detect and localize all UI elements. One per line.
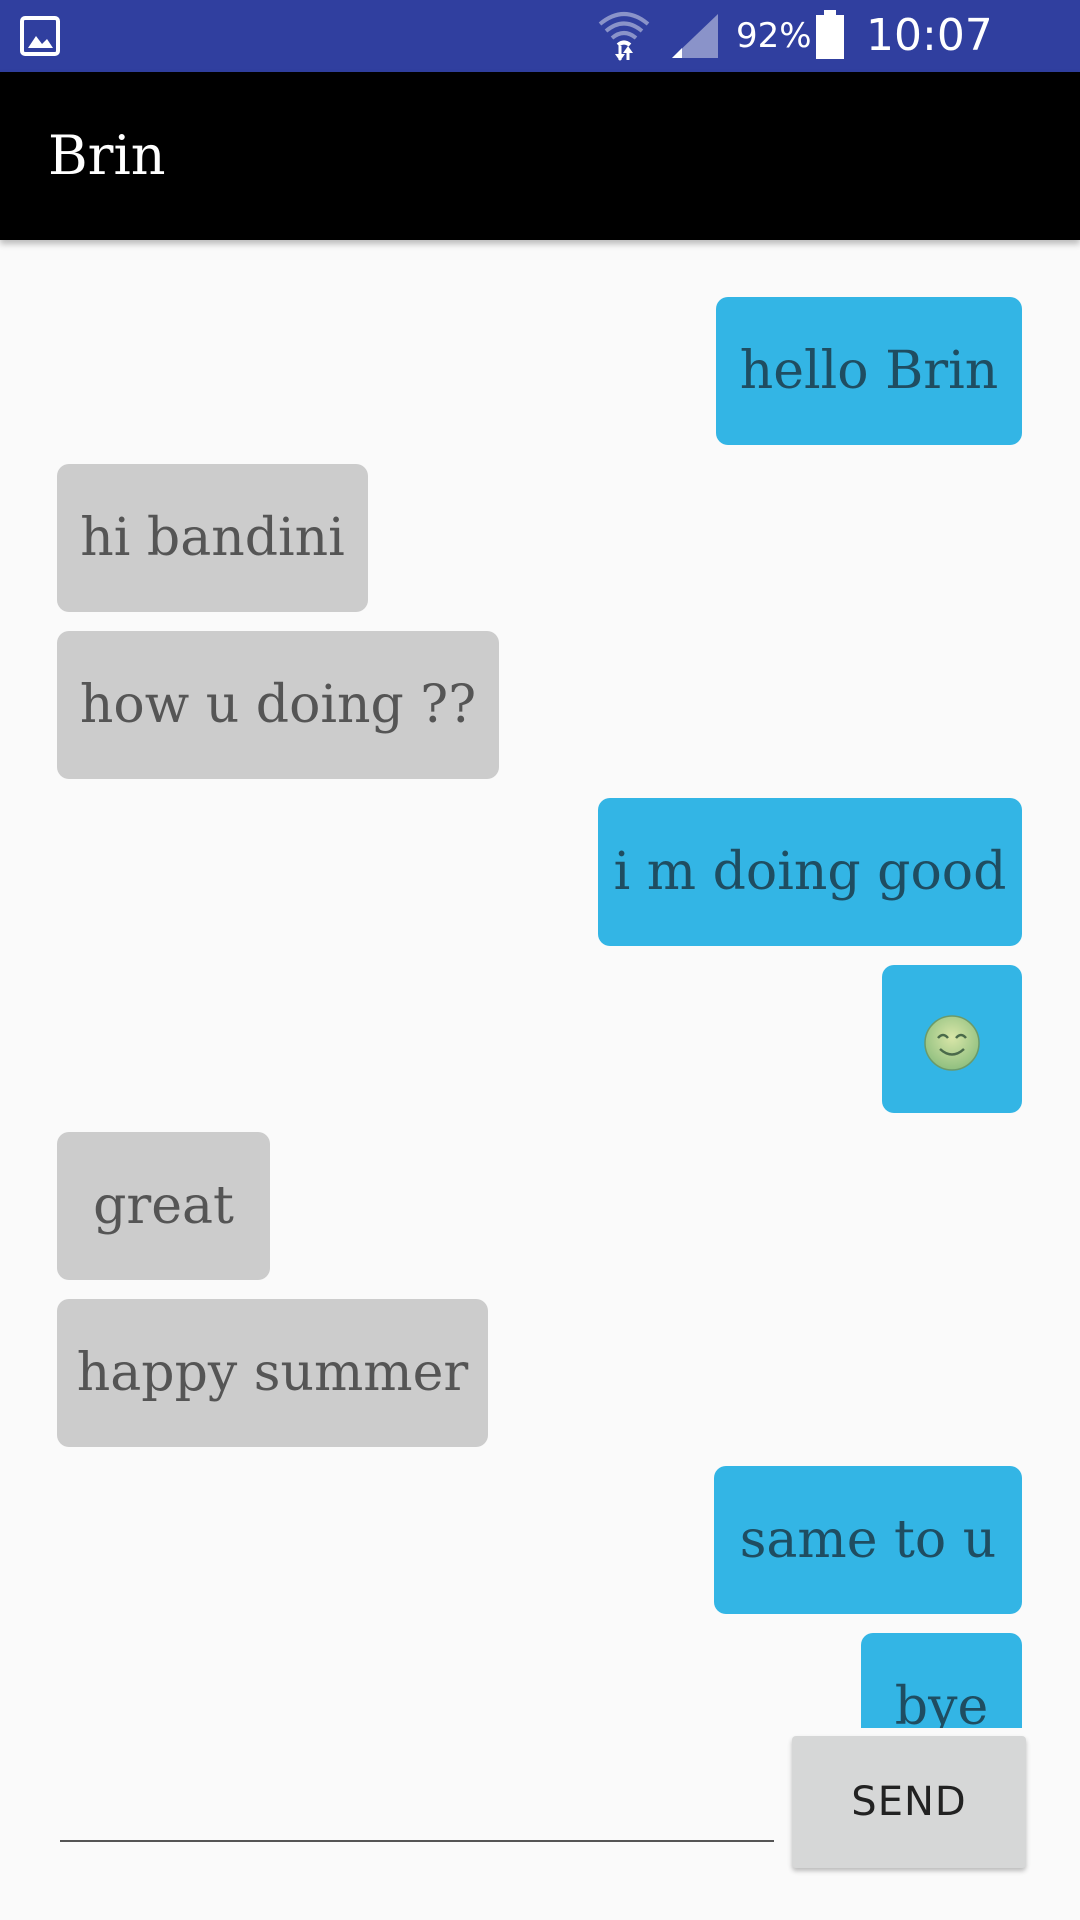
incoming-message[interactable]: great	[57, 1132, 270, 1280]
message-text: happy summer	[76, 1343, 469, 1403]
outgoing-message[interactable]: i m doing good	[598, 798, 1022, 946]
battery-icon	[816, 10, 844, 59]
message-text: hello Brin	[739, 341, 999, 401]
status-bar: 92% 10:07 a.m.	[0, 0, 1080, 113]
chat-title: Brin	[48, 124, 166, 187]
message-text: how u doing ??	[79, 675, 477, 735]
send-button[interactable]: SEND	[792, 1736, 1026, 1868]
message-text: hi bandini	[80, 508, 345, 568]
incoming-message[interactable]: how u doing ??	[57, 631, 499, 779]
outgoing-message[interactable]: bye	[861, 1633, 1022, 1728]
message-input[interactable]	[60, 1770, 774, 1836]
app-bar: Brin	[0, 72, 1080, 240]
input-underline	[60, 1840, 774, 1842]
incoming-message[interactable]: happy summer	[57, 1299, 488, 1447]
battery-percentage: 92%	[736, 16, 812, 56]
message-text: i m doing good	[613, 842, 1007, 902]
message-text: great	[93, 1176, 234, 1236]
gallery-icon	[20, 16, 60, 56]
message-list[interactable]: hello Brin hi bandini how u doing ?? i m…	[0, 240, 1080, 1728]
wifi-icon	[598, 12, 650, 61]
outgoing-message[interactable]: same to u	[714, 1466, 1022, 1614]
outgoing-message[interactable]: hello Brin	[716, 297, 1022, 445]
incoming-message[interactable]: hi bandini	[57, 464, 368, 612]
outgoing-message[interactable]	[882, 965, 1022, 1113]
smiling-face-emoji-icon	[924, 1014, 980, 1071]
message-text: bye	[894, 1677, 989, 1728]
message-text: same to u	[739, 1510, 997, 1570]
signal-icon	[672, 14, 718, 58]
